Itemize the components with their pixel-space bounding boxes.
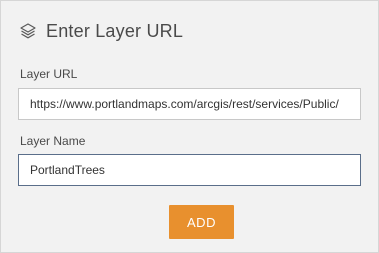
layers-icon: [20, 23, 36, 39]
layer-url-label: Layer URL: [20, 67, 78, 81]
add-button[interactable]: ADD: [169, 205, 234, 239]
layer-name-input[interactable]: [18, 154, 361, 186]
add-layer-panel: Enter Layer URL Layer URL Layer Name ADD: [0, 0, 379, 253]
layer-url-input[interactable]: [18, 88, 361, 120]
layer-name-label: Layer Name: [20, 134, 86, 148]
panel-title: Enter Layer URL: [46, 20, 184, 41]
panel-header: Enter Layer URL: [19, 19, 183, 43]
